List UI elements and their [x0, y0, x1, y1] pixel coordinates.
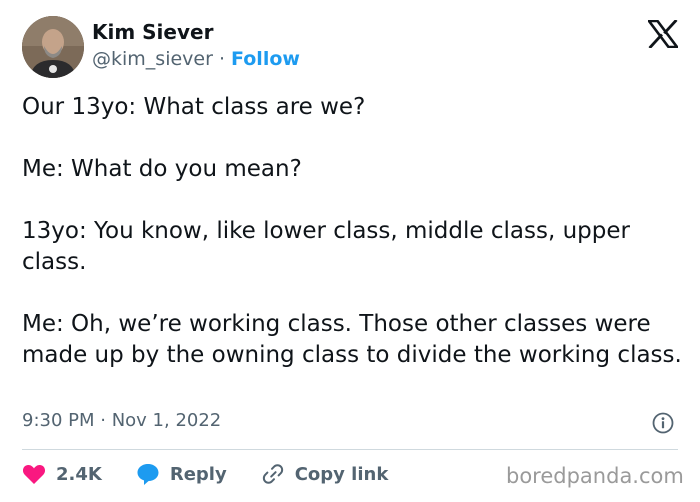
divider — [22, 449, 678, 450]
copy-link-button[interactable]: Copy link — [261, 462, 389, 486]
tweet-timestamp[interactable]: 9:30 PM · Nov 1, 2022 — [22, 410, 221, 431]
like-button[interactable]: 2.4K — [22, 463, 102, 485]
x-logo-icon[interactable] — [646, 19, 680, 49]
tweet-text: Our 13yo: What class are we? Me: What do… — [22, 92, 682, 371]
link-icon — [262, 464, 283, 484]
tweet-paragraph: Me: What do you mean? — [22, 156, 302, 182]
author-name[interactable]: Kim Siever — [92, 20, 213, 44]
heart-icon — [22, 464, 46, 484]
info-icon[interactable] — [652, 412, 674, 434]
tweet-actions: 2.4K Reply Copy link — [22, 460, 388, 488]
avatar-image — [22, 16, 84, 78]
copy-link-label: Copy link — [294, 463, 389, 485]
watermark: boredpanda.com — [506, 464, 684, 488]
tweet-paragraph: Me: Oh, we’re working class. Those other… — [22, 311, 682, 368]
avatar[interactable] — [22, 16, 84, 78]
follow-button[interactable]: Follow — [231, 48, 300, 70]
reply-button[interactable]: Reply — [136, 462, 227, 486]
separator-dot: · — [218, 48, 225, 70]
speech-bubble-icon — [137, 464, 159, 485]
like-count: 2.4K — [56, 463, 102, 485]
author-handle[interactable]: @kim_siever — [92, 48, 213, 70]
author-handle-row: @kim_siever · Follow — [92, 48, 300, 70]
tweet-paragraph: Our 13yo: What class are we? — [22, 94, 366, 120]
tweet-paragraph: 13yo: You know, like lower class, middle… — [22, 218, 630, 275]
reply-label: Reply — [169, 463, 227, 485]
